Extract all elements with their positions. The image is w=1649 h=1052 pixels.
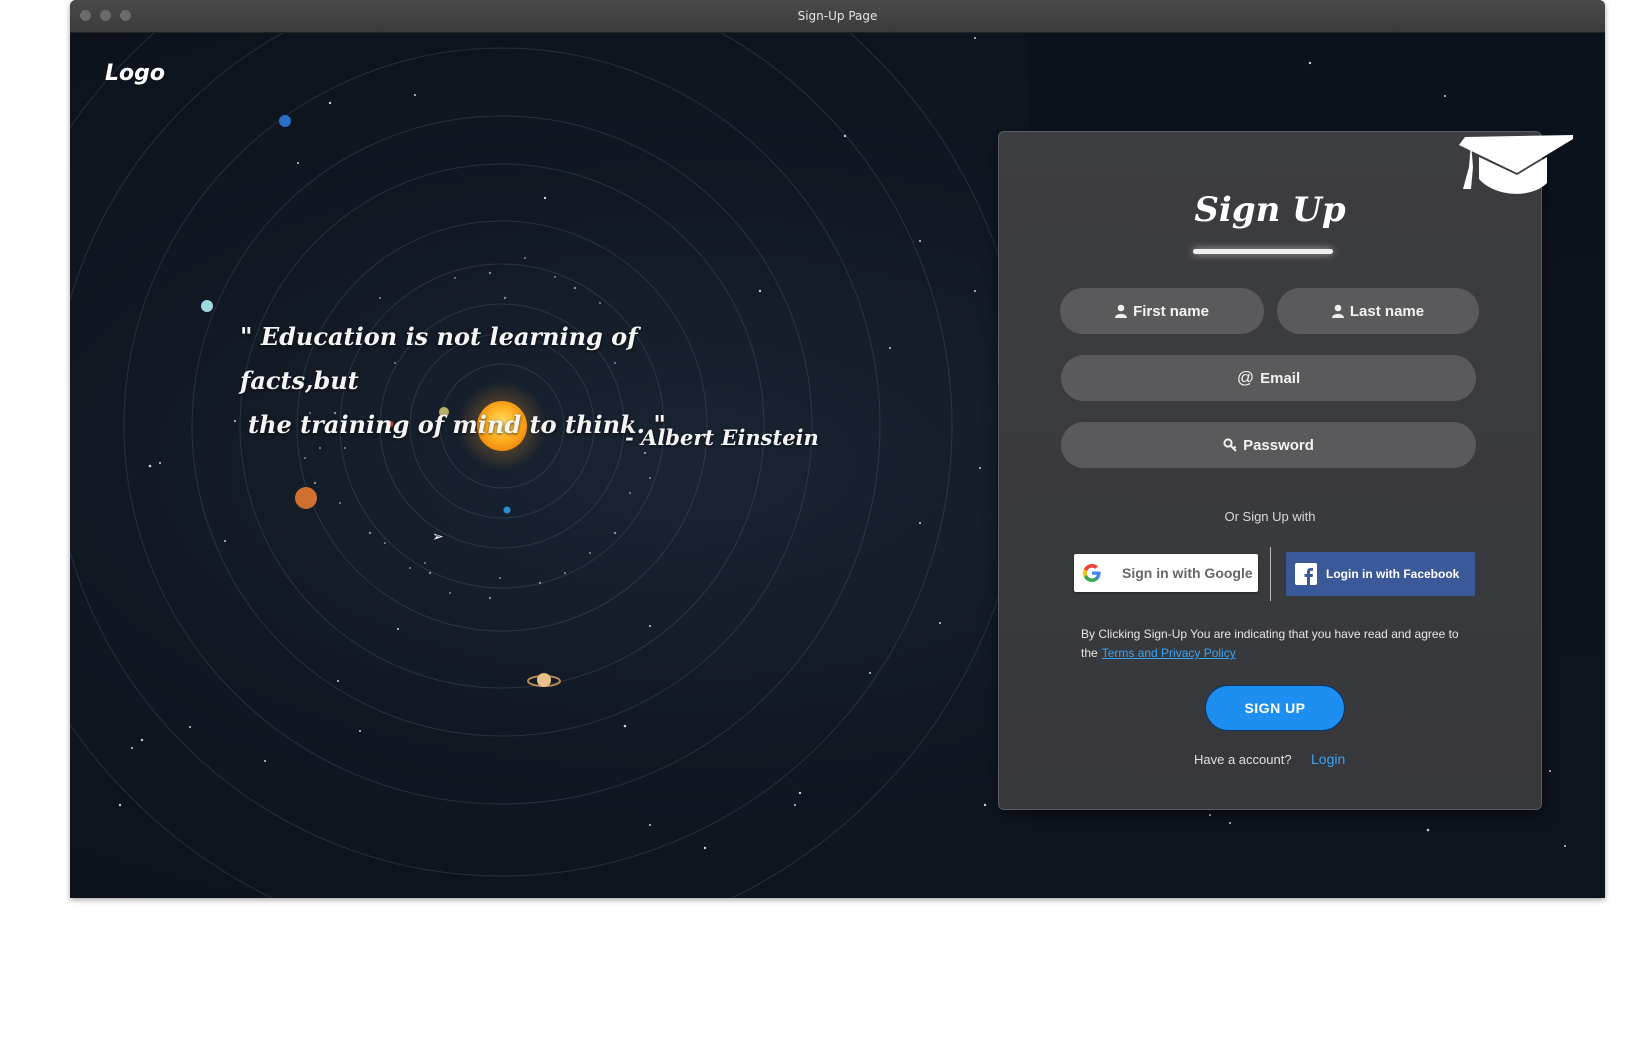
last-name-placeholder: Last name [1349, 302, 1425, 320]
first-name-placeholder: First name [1133, 302, 1209, 320]
logo[interactable]: Logo [105, 61, 165, 86]
title-underline [1193, 249, 1333, 254]
password-field[interactable]: Password [1061, 422, 1476, 468]
have-account-text: Have a account? [1194, 752, 1292, 767]
google-signin-button[interactable]: Sign in with Google [1074, 554, 1258, 592]
user-icon [1115, 304, 1128, 318]
password-placeholder: Password [1243, 436, 1314, 454]
user-icon [1331, 304, 1344, 318]
facebook-login-button[interactable]: Login in with Facebook [1286, 552, 1475, 596]
social-divider [1270, 547, 1271, 601]
graduation-cap-icon [1459, 135, 1573, 194]
solar-system-illustration [70, 33, 1028, 898]
facebook-button-label: Login in with Facebook [1326, 567, 1460, 581]
planet-saturn [537, 673, 551, 687]
terms-privacy-link[interactable]: Terms and Privacy Policy [1102, 646, 1236, 660]
email-placeholder: Email [1260, 369, 1301, 387]
or-signup-with-text: Or Sign Up with [1224, 509, 1316, 524]
first-name-field[interactable]: First name [1060, 288, 1264, 334]
app-window: Sign-Up Page Logo " Education is not lea… [70, 0, 1605, 898]
quote-author: - Albert Einstein [625, 425, 819, 450]
key-icon [1223, 438, 1237, 452]
at-icon: @ [1236, 368, 1255, 387]
planet-neptune [279, 115, 291, 127]
facebook-icon [1286, 563, 1326, 585]
login-link[interactable]: Login [1311, 751, 1345, 767]
title-bar: Sign-Up Page [70, 0, 1605, 33]
window-title: Sign-Up Page [797, 9, 878, 23]
signup-button[interactable]: SIGN UP [1205, 685, 1345, 731]
planet-uranus [201, 300, 213, 312]
page-content: Logo " Education is not learning of fact… [70, 33, 1605, 898]
google-button-label: Sign in with Google [1122, 565, 1253, 581]
signup-card: Sign Up First name Last name @ Email Pas… [998, 131, 1542, 810]
planet-earth [503, 506, 511, 514]
terms-notice: By Clicking Sign-Up You are indicating t… [1081, 625, 1461, 663]
planet-jupiter [295, 487, 317, 509]
quote-line-1: " Education is not learning of facts,but [240, 322, 638, 395]
mouse-cursor-icon: ➢ [432, 528, 444, 544]
email-field[interactable]: @ Email [1061, 355, 1476, 401]
google-icon [1074, 564, 1110, 582]
last-name-field[interactable]: Last name [1277, 288, 1479, 334]
